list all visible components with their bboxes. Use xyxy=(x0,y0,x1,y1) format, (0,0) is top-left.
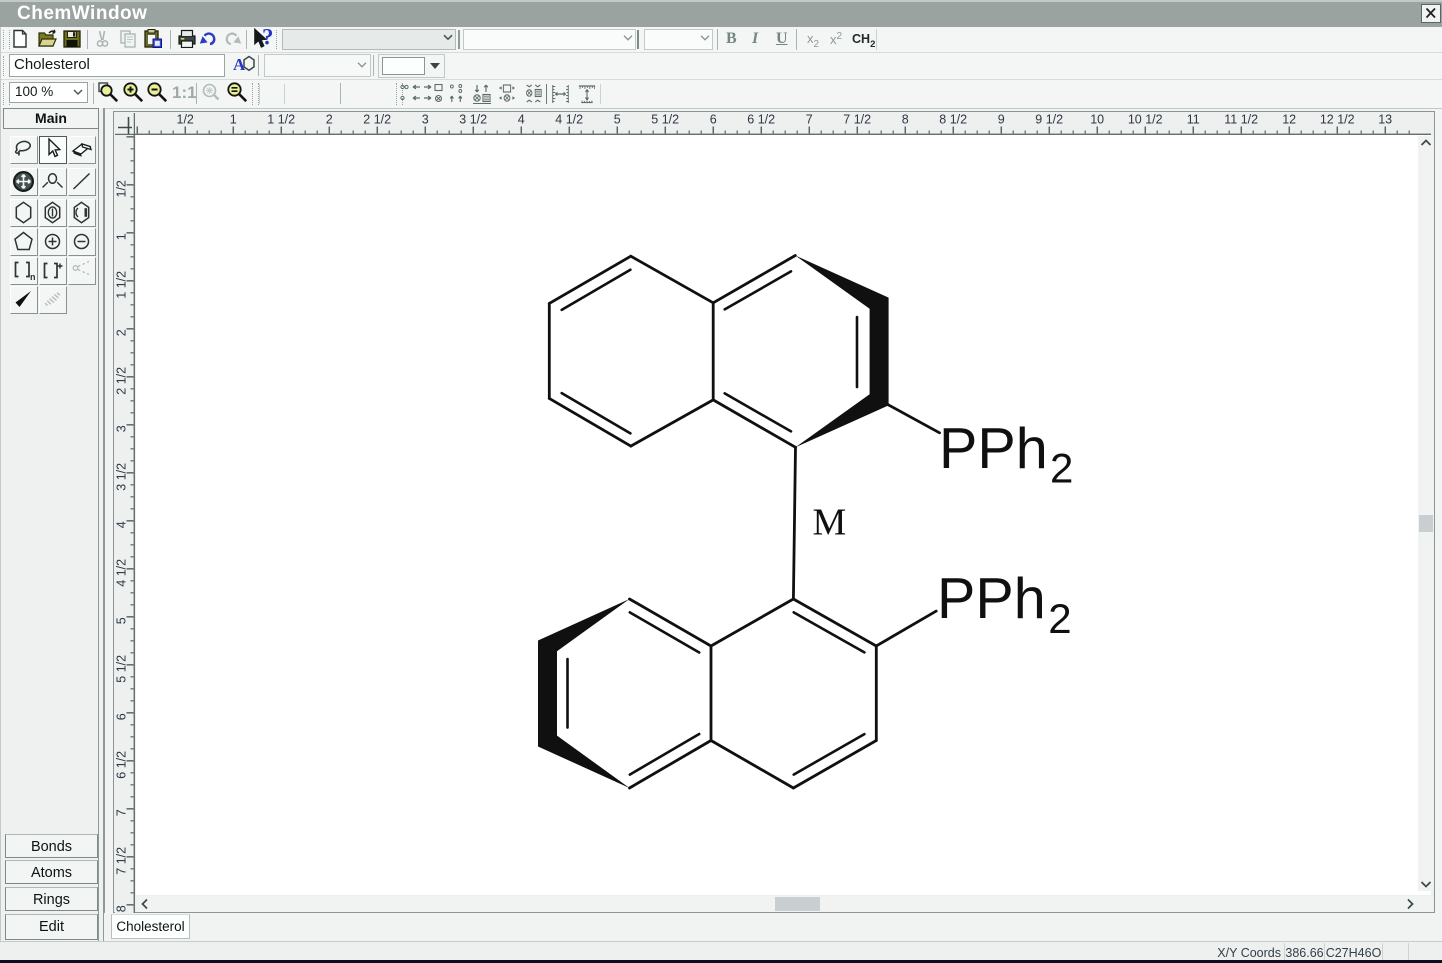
svg-text:9 1/2: 9 1/2 xyxy=(1035,113,1063,127)
svg-text:4 1/2: 4 1/2 xyxy=(115,559,129,587)
svg-text:1: 1 xyxy=(115,233,129,240)
svg-text:5: 5 xyxy=(115,617,129,624)
svg-text:2: 2 xyxy=(1048,595,1071,642)
svg-text:11: 11 xyxy=(1187,113,1200,127)
svg-text:2: 2 xyxy=(115,329,129,336)
svg-text:M: M xyxy=(813,502,847,544)
svg-text:2 1/2: 2 1/2 xyxy=(363,113,391,127)
svg-text:?: ? xyxy=(262,28,274,49)
svg-text:4 1/2: 4 1/2 xyxy=(555,113,583,127)
svg-text:6 1/2: 6 1/2 xyxy=(115,751,129,779)
svg-text:3: 3 xyxy=(422,113,429,127)
svg-text:5: 5 xyxy=(614,113,621,127)
svg-text:1/2: 1/2 xyxy=(115,180,129,197)
svg-text:11 1/2: 11 1/2 xyxy=(1224,113,1258,127)
svg-text:2: 2 xyxy=(326,113,333,127)
svg-text:6 1/2: 6 1/2 xyxy=(747,113,775,127)
svg-text:12 1/2: 12 1/2 xyxy=(1320,113,1355,127)
svg-text:3 1/2: 3 1/2 xyxy=(115,463,129,491)
svg-text:PPh: PPh xyxy=(937,567,1046,631)
svg-text:5 1/2: 5 1/2 xyxy=(115,655,129,683)
svg-text:PPh: PPh xyxy=(939,417,1048,481)
svg-text:8: 8 xyxy=(902,113,909,127)
svg-text:5 1/2: 5 1/2 xyxy=(651,113,679,127)
svg-text:2: 2 xyxy=(1050,445,1073,492)
svg-text:1 1/2: 1 1/2 xyxy=(267,113,295,127)
svg-text:6: 6 xyxy=(115,713,129,720)
svg-text:n: n xyxy=(30,272,36,282)
svg-text:1: 1 xyxy=(230,113,237,127)
svg-text:8: 8 xyxy=(115,905,129,912)
svg-text:7: 7 xyxy=(115,809,129,816)
svg-text:13: 13 xyxy=(1378,113,1392,127)
svg-text:7 1/2: 7 1/2 xyxy=(843,113,871,127)
svg-text:12: 12 xyxy=(1282,113,1296,127)
svg-text:10: 10 xyxy=(1090,113,1104,127)
svg-text:3 1/2: 3 1/2 xyxy=(459,113,487,127)
svg-text:10 1/2: 10 1/2 xyxy=(1128,113,1163,127)
svg-text:8 1/2: 8 1/2 xyxy=(939,113,967,127)
svg-text:7 1/2: 7 1/2 xyxy=(115,847,129,875)
svg-text:7: 7 xyxy=(806,113,813,127)
svg-text:3: 3 xyxy=(115,425,129,432)
svg-text:2 1/2: 2 1/2 xyxy=(115,367,129,395)
svg-text:4: 4 xyxy=(115,521,129,528)
svg-text:1/2: 1/2 xyxy=(177,113,194,127)
svg-text:4: 4 xyxy=(518,113,525,127)
svg-text:6: 6 xyxy=(710,113,717,127)
svg-text:1 1/2: 1 1/2 xyxy=(115,271,129,299)
svg-text:9: 9 xyxy=(998,113,1005,127)
